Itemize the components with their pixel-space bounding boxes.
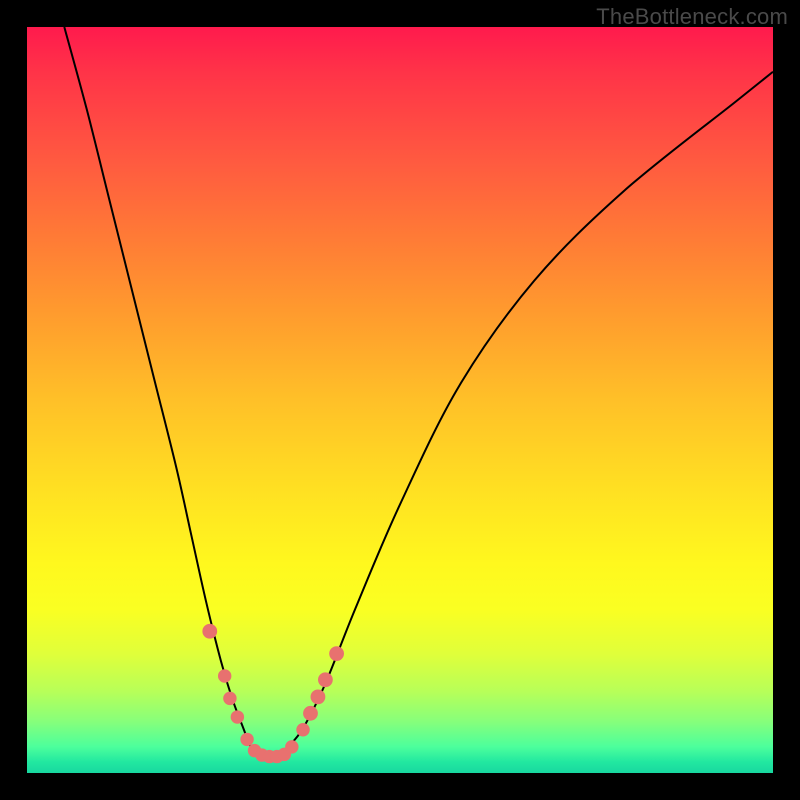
data-marker [202,624,217,639]
data-marker [303,706,318,721]
data-marker [296,723,309,736]
data-marker [218,669,231,682]
data-marker [231,710,244,723]
marker-group [202,624,344,763]
chart-frame: TheBottleneck.com [0,0,800,800]
data-marker [240,733,253,746]
watermark-text: TheBottleneck.com [596,4,788,30]
data-marker [285,740,298,753]
plot-area [27,27,773,773]
bottleneck-curve-svg [27,27,773,773]
data-marker [329,646,344,661]
bottleneck-curve [64,27,773,757]
data-marker [318,672,333,687]
data-marker [223,692,236,705]
data-marker [311,690,326,705]
